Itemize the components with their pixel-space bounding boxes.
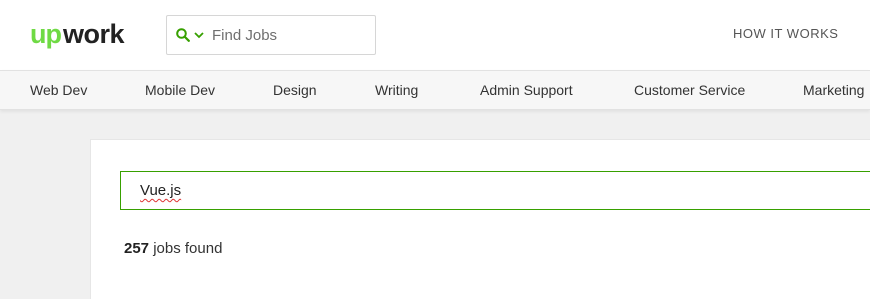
svg-text:up: up: [30, 19, 61, 49]
search-input[interactable]: [212, 20, 362, 50]
category-admin-support[interactable]: Admin Support: [480, 82, 573, 98]
job-search-query-text[interactable]: Vue.js: [140, 182, 181, 199]
how-it-works-link[interactable]: HOW IT WORKS: [733, 26, 838, 41]
category-marketing[interactable]: Marketing: [803, 82, 864, 98]
svg-text:work: work: [62, 19, 126, 49]
category-nav: Web Dev Mobile Dev Design Writing Admin …: [0, 70, 870, 110]
chevron-down-icon[interactable]: [194, 30, 204, 40]
upwork-logo-icon: up work: [30, 19, 126, 49]
top-header: up work HOW IT WORKS: [0, 0, 870, 70]
results-summary: 257 jobs found: [124, 240, 222, 257]
results-suffix: jobs found: [153, 240, 223, 257]
category-customer-service[interactable]: Customer Service: [634, 82, 745, 98]
upwork-logo[interactable]: up work: [30, 16, 134, 52]
category-web-dev[interactable]: Web Dev: [30, 82, 87, 98]
category-writing[interactable]: Writing: [375, 82, 418, 98]
search-icon[interactable]: [176, 28, 190, 42]
search-results-card: Vue.js 257 jobs found: [90, 139, 870, 299]
category-design[interactable]: Design: [273, 82, 317, 98]
category-mobile-dev[interactable]: Mobile Dev: [145, 82, 215, 98]
job-search-input[interactable]: Vue.js: [120, 171, 870, 210]
find-jobs-search[interactable]: [166, 15, 376, 55]
results-count: 257: [124, 240, 150, 257]
